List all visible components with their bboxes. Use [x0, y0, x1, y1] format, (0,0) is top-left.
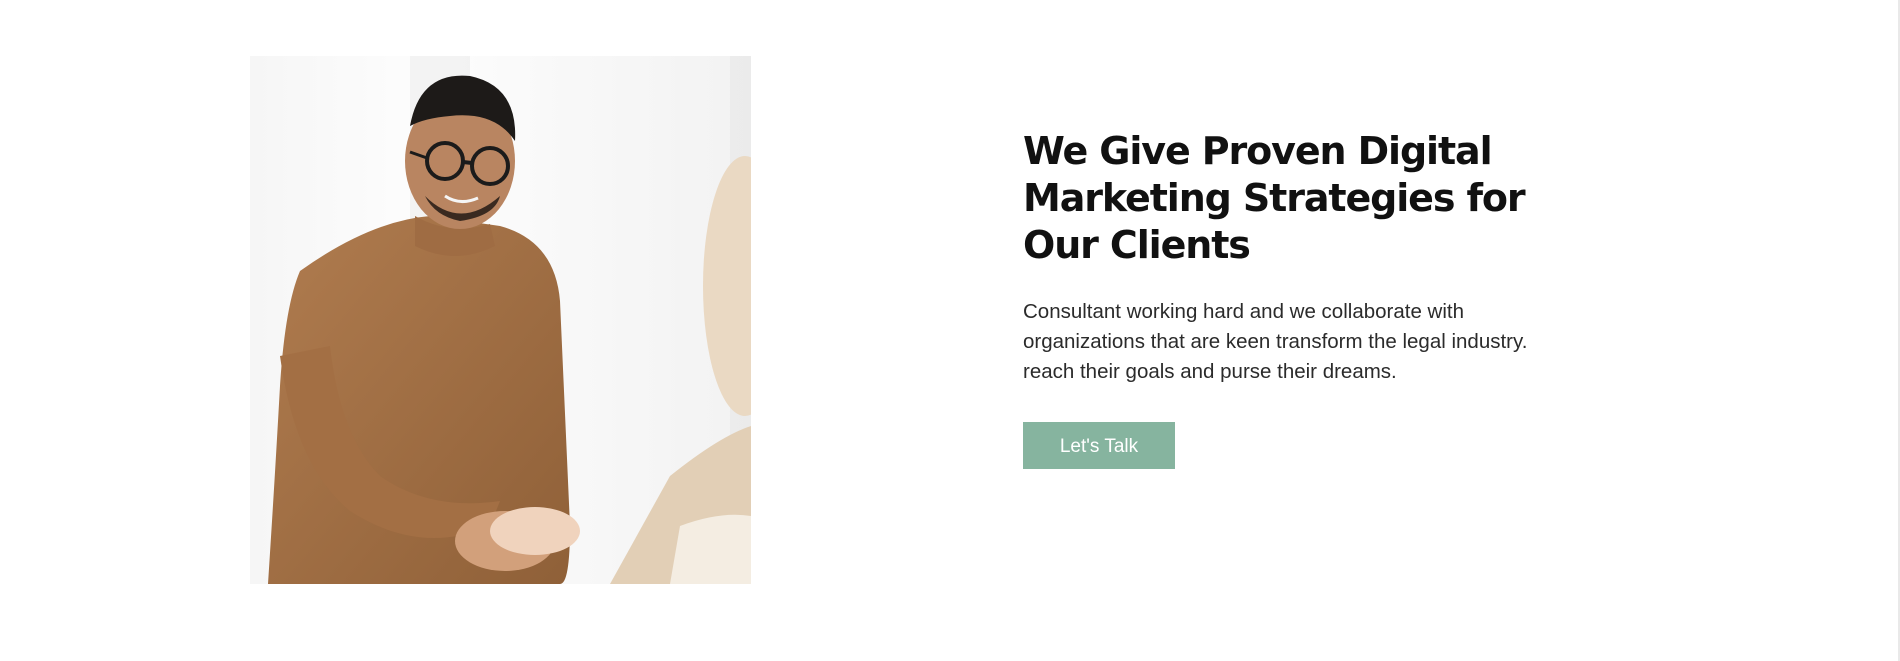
hero-description: Consultant working hard and we collabora…	[1023, 300, 1528, 383]
page: We Give Proven Digital Marketing Strateg…	[0, 0, 1900, 661]
hero-photo	[250, 56, 751, 584]
hero-content: We Give Proven Digital Marketing Strateg…	[1023, 128, 1583, 469]
lets-talk-button[interactable]: Let's Talk	[1023, 422, 1175, 469]
hero-headline: We Give Proven Digital Marketing Strateg…	[1023, 129, 1526, 267]
